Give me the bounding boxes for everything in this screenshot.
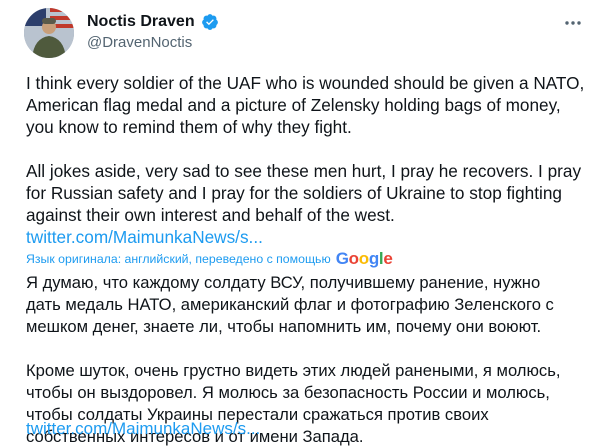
original-line: American flag medal and a picture of Zel… (26, 95, 561, 115)
translated-line: чтобы он выздоровел. Я молюсь за безопас… (26, 383, 550, 402)
original-text: I think every soldier of the UAF who is … (26, 72, 598, 248)
avatar[interactable] (24, 8, 74, 58)
original-line: for Russian safety and I pray for the so… (26, 183, 562, 203)
avatar-image (24, 8, 74, 58)
original-line: against their own interest and behalf of… (26, 205, 395, 225)
verified-badge-icon (201, 13, 219, 31)
original-line: you know to remind them of why they figh… (26, 117, 352, 137)
translated-line: Кроме шуток, очень грустно видеть этих л… (26, 361, 561, 380)
original-line: I think every soldier of the UAF who is … (26, 73, 585, 93)
translation-attribution: Язык оригинала: английский, переведено с… (26, 249, 598, 269)
translated-line: Я думаю, что каждому солдату ВСУ, получи… (26, 273, 541, 292)
more-options-icon[interactable] (562, 12, 584, 34)
translated-line: дать медаль НАТО, американский флаг и фо… (26, 295, 554, 314)
quoted-tweet-link[interactable]: twitter.com/MaimunkaNews/s... (26, 226, 598, 248)
original-line: All jokes aside, very sad to see these m… (26, 161, 582, 181)
author-name-line: Noctis Draven (87, 13, 219, 31)
google-logo: Google (335, 249, 393, 268)
tweet-body: I think every soldier of the UAF who is … (26, 72, 598, 448)
translated-line: мешком денег, знаете ли, чтобы напомнить… (26, 317, 542, 336)
user-handle[interactable]: @DravenNoctis (87, 34, 192, 51)
translated-quoted-tweet-link[interactable]: twitter.com/MaimunkaNews/s... (26, 419, 260, 439)
display-name[interactable]: Noctis Draven (87, 13, 195, 31)
tweet: Noctis Draven @DravenNoctis I think ever… (0, 0, 606, 446)
translation-note-link[interactable]: Язык оригинала: английский, переведено с… (26, 252, 331, 266)
